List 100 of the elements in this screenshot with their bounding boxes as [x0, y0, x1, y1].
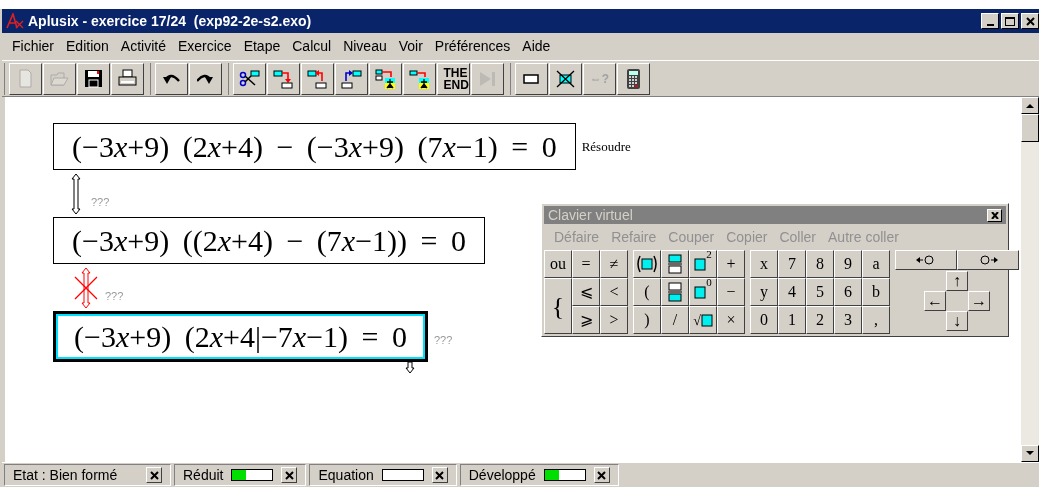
expression-box[interactable]: (−3x+9) (2x+4) − (−3x+9) (7x−1) = 0 — [53, 123, 576, 170]
key[interactable]: ) — [633, 306, 661, 334]
key[interactable]: − — [717, 278, 745, 306]
toolbar-button[interactable] — [77, 62, 110, 95]
key[interactable] — [661, 278, 689, 306]
close-button[interactable] — [987, 208, 1002, 222]
close-button[interactable] — [593, 467, 610, 483]
undo-arrow-icon — [163, 73, 180, 84]
key[interactable]: 0 — [750, 306, 778, 334]
close-icon — [1025, 16, 1035, 26]
status-label: Développé — [468, 465, 536, 485]
close-button[interactable] — [281, 467, 298, 483]
toolbar-button[interactable] — [549, 62, 582, 95]
key[interactable]: y — [750, 278, 778, 306]
menu-item[interactable]: Calcul — [292, 36, 332, 57]
scroll-up-button[interactable] — [1021, 97, 1039, 114]
menu-item[interactable]: Activité — [120, 36, 166, 57]
key[interactable]: ⩽ — [572, 278, 600, 306]
toolbar-button[interactable] — [335, 62, 368, 95]
boxes-walking-person-icon — [374, 66, 397, 91]
menu-item[interactable]: Aide — [522, 36, 551, 57]
keyboard-title: Clavier virtuel — [548, 205, 633, 225]
square-root-box-icon — [700, 313, 713, 327]
key[interactable]: > — [600, 306, 628, 334]
close-button[interactable] — [431, 467, 448, 483]
expression-box[interactable]: (−3x+9) ((2x+4) − (7x−1)) = 0 — [53, 217, 485, 264]
key[interactable]: , — [862, 306, 890, 334]
close-icon — [435, 470, 445, 480]
parenthesized-box-icon — [636, 255, 658, 273]
the-end-button[interactable]: THE END — [437, 62, 470, 95]
toolbar-button[interactable] — [403, 62, 436, 95]
minimize-button[interactable] — [981, 13, 999, 29]
menu-item[interactable]: Préférences — [434, 36, 511, 57]
menu-item[interactable]: Niveau — [343, 36, 387, 57]
key[interactable]: ≠ — [600, 250, 628, 278]
double-arrow-icon — [71, 172, 81, 215]
step-comment: ??? — [105, 289, 124, 305]
toolbar-button[interactable] — [233, 62, 266, 95]
toolbar-button[interactable] — [189, 62, 222, 95]
step-comment: ??? — [434, 333, 453, 349]
key[interactable] — [957, 250, 1019, 270]
key[interactable]: ( — [633, 278, 661, 306]
menu-item[interactable]: Fichier — [12, 36, 54, 57]
key[interactable]: { — [544, 278, 572, 334]
key[interactable]: 0 — [689, 278, 717, 306]
key[interactable]: = — [572, 250, 600, 278]
key[interactable]: 2 — [689, 250, 717, 278]
power-box-icon — [694, 257, 707, 271]
toolbar-button[interactable] — [301, 62, 334, 95]
key[interactable]: ← — [924, 291, 946, 311]
close-button[interactable] — [146, 467, 162, 483]
toolbar-button[interactable] — [617, 62, 650, 95]
key[interactable]: 5 — [806, 278, 834, 306]
key[interactable]: × — [717, 306, 745, 334]
key[interactable]: √ — [689, 306, 717, 334]
status-label: Réduit — [183, 465, 224, 485]
menu-item[interactable]: Exercice — [177, 36, 232, 57]
fraction-denominator-icon — [668, 282, 682, 302]
toolbar-button[interactable] — [515, 62, 548, 95]
maximize-button[interactable] — [1001, 13, 1019, 29]
key[interactable]: 1 — [778, 306, 806, 334]
menu-item[interactable]: Etape — [243, 36, 281, 57]
key[interactable]: a — [862, 250, 890, 278]
scrollbar[interactable] — [1021, 97, 1039, 462]
toolbar-button[interactable] — [267, 62, 300, 95]
key[interactable]: 2 — [806, 306, 834, 334]
menu-item[interactable]: Edition — [66, 36, 109, 57]
scroll-thumb[interactable] — [1021, 114, 1039, 142]
key[interactable] — [661, 250, 689, 278]
key[interactable]: x — [750, 250, 778, 278]
key[interactable]: 7 — [778, 250, 806, 278]
window-title: Aplusix - exercice 17/24 (exp92-2e-s2.exo) — [28, 11, 312, 31]
key[interactable]: 9 — [834, 250, 862, 278]
menu-item[interactable]: Voir — [398, 36, 423, 57]
key[interactable]: ↑ — [946, 271, 968, 291]
expression-box[interactable]: (−3x+9) (2x+4|−7x−1) = 0 — [53, 311, 428, 362]
key[interactable]: b — [862, 278, 890, 306]
key[interactable]: ou — [544, 250, 572, 278]
close-button[interactable] — [1021, 13, 1039, 29]
level-meter — [543, 469, 586, 481]
toolbar-button[interactable] — [111, 62, 144, 95]
close-icon — [284, 470, 294, 480]
key[interactable]: → — [968, 291, 990, 311]
key[interactable]: ↓ — [946, 311, 968, 331]
status-label: Equation — [318, 465, 374, 485]
scroll-down-button[interactable] — [1021, 445, 1039, 462]
key[interactable]: < — [600, 278, 628, 306]
key[interactable]: 6 — [834, 278, 862, 306]
key[interactable]: 3 — [834, 306, 862, 334]
key[interactable]: 8 — [806, 250, 834, 278]
step-comment: ??? — [91, 195, 110, 211]
toolbar-button[interactable] — [155, 62, 188, 95]
key[interactable]: ⩾ — [572, 306, 600, 334]
key[interactable]: + — [717, 250, 745, 278]
key[interactable] — [895, 250, 957, 270]
key[interactable]: 4 — [778, 278, 806, 306]
key[interactable] — [633, 250, 661, 278]
rotate-right-icon — [977, 254, 999, 266]
key[interactable]: / — [661, 306, 689, 334]
toolbar-button[interactable] — [369, 62, 402, 95]
